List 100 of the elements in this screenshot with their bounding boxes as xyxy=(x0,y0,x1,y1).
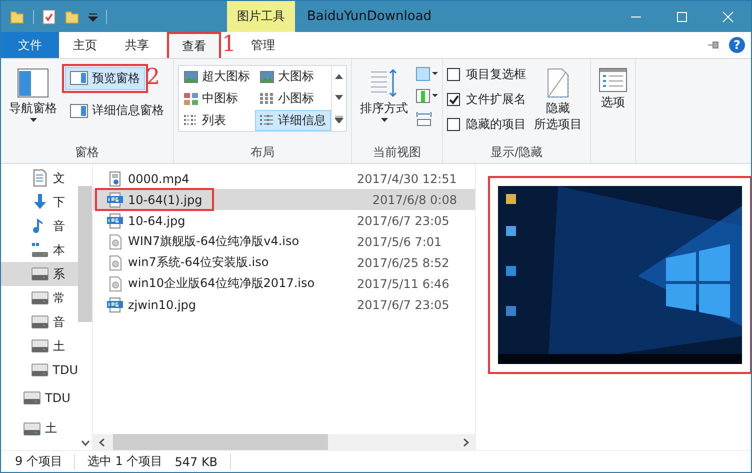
dropdown-icon[interactable] xyxy=(88,12,98,22)
status-item-count: 9 个项目 xyxy=(15,453,62,470)
ribbon-tab[interactable]: 管理 xyxy=(237,32,289,58)
page-icon xyxy=(546,68,570,98)
drive-icon xyxy=(31,265,49,283)
file-name: win10企业版64位纯净版2017.iso xyxy=(128,275,315,292)
file-row[interactable]: zjwin10.jpg 2017/6/7 23:05 xyxy=(93,294,475,315)
options-button[interactable]: 选项 xyxy=(595,63,631,115)
sidebar-item[interactable]: 土 xyxy=(1,413,78,444)
hide-selected-button[interactable]: 隐藏 所选项目 xyxy=(530,63,586,137)
view-icon xyxy=(184,70,198,82)
scroll-down-icon[interactable] xyxy=(80,440,90,446)
file-row[interactable]: win7系统-64位安装版.iso 2017/6/25 8:52 xyxy=(93,252,475,273)
file-date: 2017/6/8 0:08 xyxy=(372,192,458,206)
layout-option[interactable]: 详细信息 xyxy=(255,110,331,131)
iso-file-icon xyxy=(107,276,123,292)
more-icon[interactable] xyxy=(335,116,343,123)
scrollbar-thumb[interactable] xyxy=(78,186,92,322)
sidebar-item[interactable]: TDU xyxy=(1,382,78,413)
help-button[interactable]: ? xyxy=(729,37,745,53)
view-icon xyxy=(184,92,198,104)
ribbon-tab[interactable]: 共享 xyxy=(111,32,163,58)
sort-icon xyxy=(369,68,399,98)
caret-icon xyxy=(30,118,36,122)
checkbox[interactable] xyxy=(447,93,460,106)
checkbox[interactable] xyxy=(447,118,460,131)
properties-icon[interactable] xyxy=(42,8,56,24)
layout-option[interactable]: 大图标 xyxy=(255,66,331,87)
scroll-up-icon[interactable] xyxy=(335,74,343,79)
status-selection: 选中 1 个项目 xyxy=(87,453,163,470)
layout-option[interactable]: 列表 xyxy=(179,110,255,131)
sidebar-item[interactable]: 音 xyxy=(1,310,78,334)
checkbox-option[interactable]: 项目复选框 xyxy=(447,66,526,83)
check-icon xyxy=(448,94,458,104)
checkbox-option[interactable]: 隐藏的项目 xyxy=(447,116,526,133)
layout-option[interactable]: 中图标 xyxy=(179,88,255,109)
size-columns-icon[interactable] xyxy=(416,111,432,127)
pane-icon xyxy=(70,71,88,85)
file-date: 2017/5/6 7:01 xyxy=(357,234,442,248)
group-label: 布局 xyxy=(250,144,276,161)
checkbox[interactable] xyxy=(447,68,460,81)
folder-icon[interactable] xyxy=(9,8,25,24)
ribbon-tab[interactable]: 文件 xyxy=(1,32,59,58)
scroll-right-icon[interactable] xyxy=(463,438,469,446)
options-icon xyxy=(599,68,627,92)
layout-option[interactable]: 超大图标 xyxy=(179,66,255,87)
drive-icon xyxy=(23,388,41,406)
ribbon-tab[interactable]: 查看 xyxy=(167,32,221,58)
details-pane-button[interactable]: 详细信息窗格 xyxy=(65,99,169,122)
sidebar-item[interactable]: 土 xyxy=(1,334,78,358)
file-name: win7系统-64位安装版.iso xyxy=(128,254,269,271)
status-size: 547 KB xyxy=(174,454,218,468)
group-label: 显示/隐藏 xyxy=(489,144,544,161)
sidebar-item[interactable]: TDU xyxy=(1,358,78,382)
folder-icon[interactable] xyxy=(64,8,80,24)
sidebar-item[interactable]: 本 xyxy=(1,238,78,262)
sidebar-item[interactable]: 文 xyxy=(1,166,78,190)
pin-icon[interactable] xyxy=(707,40,721,50)
checkbox-option[interactable]: 文件扩展名 xyxy=(447,91,526,108)
file-name: 10-64.jpg xyxy=(128,214,186,228)
drive-icon xyxy=(31,361,49,379)
sidebar-item[interactable]: 系 xyxy=(1,262,78,286)
drive-icon xyxy=(31,313,49,331)
group-by-icon[interactable] xyxy=(416,67,438,81)
close-icon xyxy=(722,10,734,22)
scroll-down-icon[interactable] xyxy=(335,95,343,100)
file-row[interactable]: 0000.mp4 2017/4/30 12:51 xyxy=(93,168,475,189)
context-tab-label: 图片工具 xyxy=(227,1,295,32)
file-date: 2017/6/7 23:05 xyxy=(357,298,450,312)
annotation-number: 2 xyxy=(145,65,161,91)
ribbon-tab[interactable]: 主页 xyxy=(59,32,111,58)
file-row[interactable]: WIN7旗舰版-64位纯净版v4.iso 2017/5/6 7:01 xyxy=(93,231,475,252)
file-row[interactable]: 10-64.jpg 2017/6/7 23:05 xyxy=(93,210,475,231)
navigation-pane-button[interactable]: 导航窗格 xyxy=(5,63,61,127)
file-date: 2017/6/7 23:05 xyxy=(357,214,450,228)
file-date: 2017/4/30 12:51 xyxy=(357,172,457,186)
layout-option[interactable]: 小图标 xyxy=(255,88,331,109)
file-row[interactable]: win10企业版64位纯净版2017.iso 2017/5/11 6:46 xyxy=(93,273,475,294)
video-file-icon xyxy=(107,170,123,186)
sidebar-item[interactable]: 下 xyxy=(1,190,78,214)
sort-button[interactable]: 排序方式 xyxy=(356,63,412,127)
drive-icon xyxy=(31,289,49,307)
scroll-left-icon[interactable] xyxy=(99,438,105,446)
file-name: WIN7旗舰版-64位纯净版v4.iso xyxy=(128,233,300,250)
view-icon xyxy=(260,92,274,104)
computer-icon xyxy=(31,241,49,259)
view-icon xyxy=(260,70,274,82)
pane-layout-icon xyxy=(17,68,49,98)
window-title: BaiduYunDownload xyxy=(307,9,432,24)
sidebar-item[interactable]: 常 xyxy=(1,286,78,310)
sidebar-item[interactable]: 音 xyxy=(1,214,78,238)
iso-file-icon xyxy=(107,254,123,270)
download-icon xyxy=(31,193,49,211)
annotation-number: 1 xyxy=(221,32,237,58)
scrollbar-thumb[interactable] xyxy=(113,434,328,450)
jpg-file-icon xyxy=(107,192,123,208)
add-columns-icon[interactable] xyxy=(416,89,438,103)
view-icon xyxy=(184,114,198,126)
document-icon xyxy=(31,169,49,187)
file-row[interactable]: 10-64(1).jpg 2017/6/8 0:08 xyxy=(93,189,475,210)
